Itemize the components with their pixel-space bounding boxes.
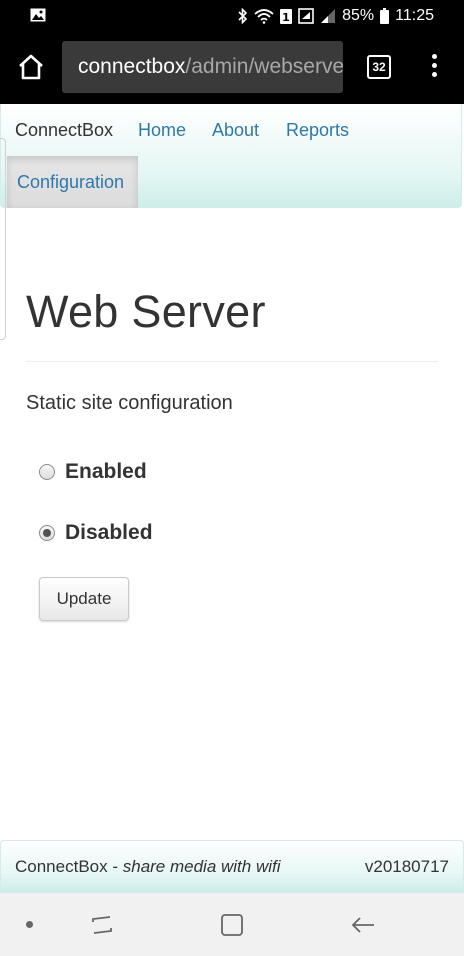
footer-brand: ConnectBox (15, 857, 108, 876)
android-navigation-bar (0, 893, 464, 956)
hide-nav-dot-icon[interactable] (26, 921, 33, 928)
site-navbar: ConnectBox Home About Reports Configurat… (0, 104, 462, 208)
side-panel-edge (0, 138, 6, 340)
url-path: /admin/webserver (185, 55, 343, 78)
nav-link-about[interactable]: About (212, 120, 259, 141)
footer-text: ConnectBox - share media with wifi (15, 857, 281, 877)
url-host: connectbox (78, 55, 186, 78)
radio-enabled[interactable] (39, 464, 55, 480)
nav-link-reports[interactable]: Reports (286, 120, 349, 141)
bluetooth-icon (238, 8, 248, 24)
navbar-brand[interactable]: ConnectBox (15, 120, 113, 141)
recent-apps-icon[interactable] (90, 913, 114, 942)
radio-disabled[interactable] (39, 525, 55, 541)
image-notification-icon (30, 8, 46, 27)
battery-percent: 85% (342, 7, 375, 24)
radio-option-enabled[interactable]: Enabled (39, 460, 147, 484)
home-nav-icon[interactable] (220, 913, 244, 942)
url-bar[interactable]: connectbox/admin/webserver (62, 41, 343, 93)
nav-link-home[interactable]: Home (138, 120, 186, 141)
status-icons: 1 85% 11:25 (238, 7, 434, 25)
back-icon[interactable] (350, 913, 376, 942)
browser-toolbar: connectbox/admin/webserver 32 (0, 34, 464, 104)
title-divider (26, 361, 438, 362)
overflow-menu-icon[interactable] (426, 54, 442, 84)
wifi-icon (254, 8, 274, 24)
signal-icon (320, 8, 336, 24)
tab-count-button[interactable]: 32 (367, 55, 391, 79)
battery-icon (380, 8, 390, 24)
page-title: Web Server (26, 286, 266, 337)
section-subtitle: Static site configuration (26, 392, 233, 414)
sim-1-icon: 1 (280, 8, 293, 24)
site-footer: ConnectBox - share media with wifi v2018… (0, 840, 464, 893)
radio-option-disabled[interactable]: Disabled (39, 521, 153, 545)
footer-separator: - (107, 857, 123, 876)
nav-link-configuration[interactable]: Configuration (7, 156, 138, 208)
update-button[interactable]: Update (39, 577, 129, 621)
status-bar: 1 85% 11:25 (0, 0, 464, 34)
radio-label-enabled: Enabled (65, 460, 147, 483)
footer-tagline: share media with wifi (122, 857, 281, 876)
svg-text:1: 1 (282, 11, 290, 24)
home-icon[interactable] (16, 52, 46, 82)
footer-version: v20180717 (364, 857, 449, 876)
clock: 11:25 (395, 7, 434, 24)
nfc-icon (298, 8, 314, 24)
radio-label-disabled: Disabled (65, 521, 153, 544)
